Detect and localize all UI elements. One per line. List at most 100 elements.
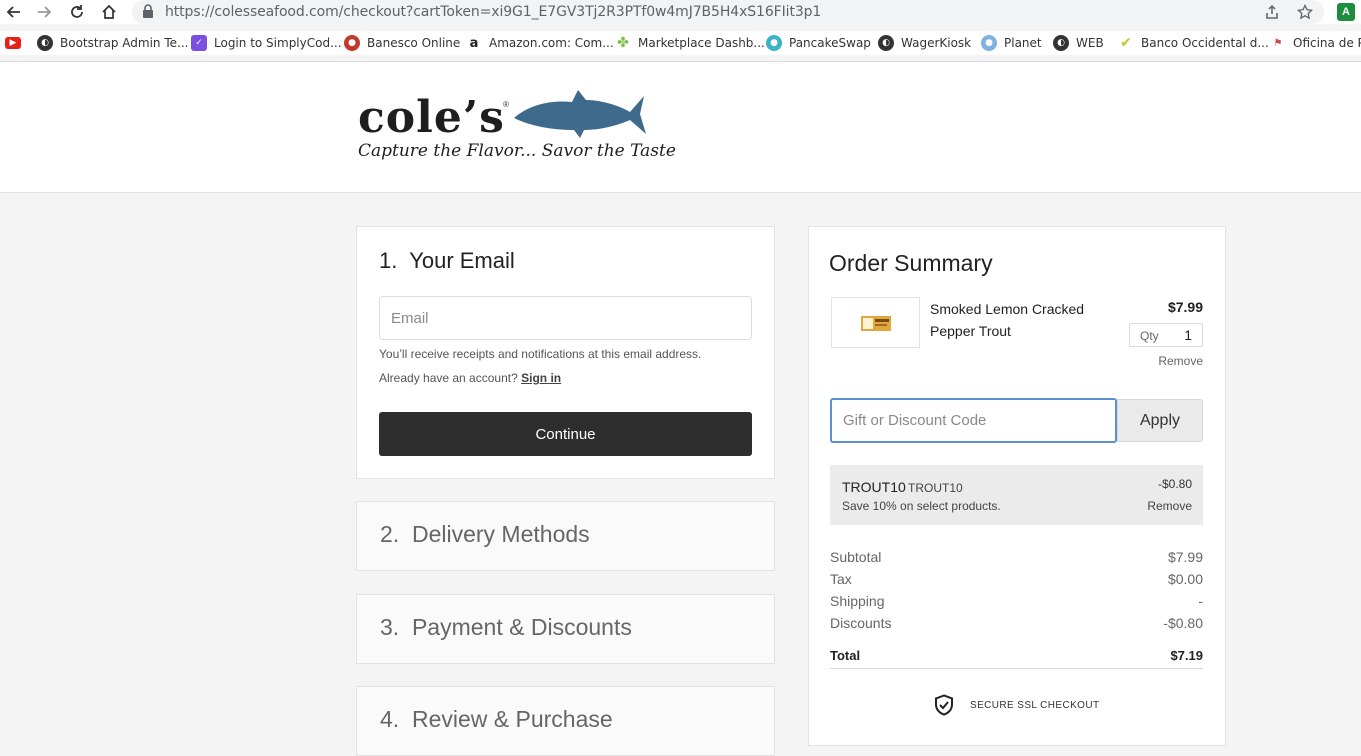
globe-icon: ◐ bbox=[1053, 35, 1069, 51]
browser-toolbar: https://colesseafood.com/checkout?cartTo… bbox=[0, 0, 1361, 24]
back-arrow-icon bbox=[6, 6, 20, 18]
bookmark-label: Marketplace Dashb... bbox=[638, 36, 765, 50]
quantity-field[interactable]: Qty 1 bbox=[1129, 323, 1203, 347]
email-help-text: You’ll receive receipts and notification… bbox=[379, 347, 702, 361]
bookmark-star-icon[interactable] bbox=[1296, 3, 1314, 21]
delivery-methods-step[interactable]: 2. Delivery Methods bbox=[356, 501, 775, 571]
account-prompt: Already have an account? Sign in bbox=[379, 371, 561, 385]
planet-icon: ● bbox=[981, 35, 997, 51]
secure-checkout-badge: SECURE SSL CHECKOUT bbox=[934, 694, 1099, 716]
discount-code: TROUT10 bbox=[842, 479, 906, 495]
email-input[interactable] bbox=[379, 296, 752, 340]
discount-description: Save 10% on select products. bbox=[842, 499, 1001, 513]
site-header: cole’s ® Capture the Flavor... Savor the… bbox=[0, 62, 1361, 193]
applied-discount: TROUT10 TROUT10 -$0.80 Save 10% on selec… bbox=[830, 465, 1203, 525]
quantity-label: Qty bbox=[1140, 329, 1159, 343]
bookmark-item[interactable]: ◐ Bootstrap Admin Te... bbox=[37, 34, 188, 52]
product-image bbox=[860, 315, 891, 331]
product-name[interactable]: Smoked Lemon Cracked Pepper Trout bbox=[930, 298, 1110, 342]
bookmark-item[interactable]: ✓ Login to SimplyCod... bbox=[191, 34, 342, 52]
order-summary-card: Order Summary Smoked Lemon Cracked Peppe… bbox=[808, 226, 1226, 746]
bookmark-item[interactable]: ◐ WEB bbox=[1053, 34, 1104, 52]
product-thumbnail[interactable] bbox=[831, 297, 920, 348]
home-icon bbox=[102, 4, 116, 19]
bookmark-label: WEB bbox=[1076, 36, 1104, 50]
discount-code-input[interactable] bbox=[830, 398, 1117, 443]
lock-icon bbox=[142, 4, 154, 23]
extension-icon[interactable]: A bbox=[1337, 3, 1355, 21]
bookmark-label: Banesco Online bbox=[367, 36, 461, 50]
review-purchase-step[interactable]: 4. Review & Purchase bbox=[356, 686, 775, 756]
bookmark-youtube[interactable]: ▶ bbox=[5, 34, 28, 52]
bookmark-label: Planet bbox=[1004, 36, 1042, 50]
remove-item-link[interactable]: Remove bbox=[1158, 354, 1203, 368]
logo-wordmark: cole’s bbox=[358, 92, 505, 143]
total-row: Total $7.19 bbox=[830, 648, 1203, 663]
account-prompt-text: Already have an account? bbox=[379, 371, 518, 385]
shipping-row: Shipping - bbox=[830, 593, 1203, 609]
step-number: 1. bbox=[379, 248, 398, 273]
remove-discount-link[interactable]: Remove bbox=[1147, 499, 1192, 513]
bookmark-label: Banco Occidental d... bbox=[1141, 36, 1269, 50]
bookmark-item[interactable]: ● PancakeSwap bbox=[766, 34, 871, 52]
bookmark-item[interactable]: a Amazon.com: Com... bbox=[466, 34, 614, 52]
bookmark-item[interactable]: ⚑ Oficina de Pl bbox=[1270, 34, 1361, 52]
globe-icon: ◐ bbox=[878, 35, 894, 51]
forward-button[interactable] bbox=[33, 1, 55, 23]
bookmark-label: Oficina de Pl bbox=[1293, 36, 1361, 50]
secure-checkout-label: SECURE SSL CHECKOUT bbox=[970, 699, 1100, 711]
bookmark-item[interactable]: ✔ Banco Occidental d... bbox=[1118, 34, 1269, 52]
step-label: Delivery Methods bbox=[411, 521, 590, 547]
bookmark-label: PancakeSwap bbox=[789, 36, 871, 50]
quantity-value: 1 bbox=[1184, 327, 1192, 343]
subtotal-value: $7.99 bbox=[1167, 549, 1203, 565]
shipping-value: - bbox=[1198, 593, 1203, 609]
total-value: $7.19 bbox=[1170, 648, 1203, 663]
home-button[interactable] bbox=[98, 1, 120, 23]
discounts-row: Discounts -$0.80 bbox=[830, 615, 1203, 631]
apply-button[interactable]: Apply bbox=[1117, 399, 1203, 442]
tax-row: Tax $0.00 bbox=[830, 571, 1203, 587]
reload-button[interactable] bbox=[66, 1, 88, 23]
back-button[interactable] bbox=[3, 1, 25, 23]
payment-discounts-step[interactable]: 3. Payment & Discounts bbox=[356, 594, 775, 664]
discounts-label: Discounts bbox=[830, 615, 892, 631]
product-price: $7.99 bbox=[1167, 299, 1203, 315]
banesco-icon: ● bbox=[344, 35, 360, 51]
shield-check-icon bbox=[935, 694, 953, 716]
bookmark-label: Login to SimplyCod... bbox=[214, 36, 342, 50]
step-number: 3. bbox=[380, 614, 400, 640]
globe-icon: ◐ bbox=[37, 35, 53, 51]
step-title: 3. Payment & Discounts bbox=[380, 614, 632, 641]
address-bar[interactable]: https://colesseafood.com/checkout?cartTo… bbox=[132, 0, 1324, 24]
forward-arrow-icon bbox=[38, 6, 52, 18]
oficina-icon: ⚑ bbox=[1270, 35, 1286, 51]
step-title: 1. Your Email bbox=[379, 248, 515, 274]
step-label: Review & Purchase bbox=[411, 706, 613, 732]
subtotal-label: Subtotal bbox=[830, 549, 882, 565]
total-divider bbox=[830, 668, 1203, 669]
tax-label: Tax bbox=[830, 571, 852, 587]
bookmark-label: WagerKiosk bbox=[901, 36, 972, 50]
bookmark-item[interactable]: ● Banesco Online bbox=[344, 34, 460, 52]
bookmarks-bar: ▶ ◐ Bootstrap Admin Te... ✓ Login to Sim… bbox=[0, 31, 1361, 55]
bookmark-item[interactable]: ✤ Marketplace Dashb... bbox=[615, 34, 765, 52]
step-number: 2. bbox=[380, 521, 400, 547]
continue-button[interactable]: Continue bbox=[379, 412, 752, 456]
subtotal-row: Subtotal $7.99 bbox=[830, 549, 1203, 565]
fish-icon bbox=[514, 90, 646, 138]
bookmark-item[interactable]: ◐ WagerKiosk bbox=[878, 34, 971, 52]
shipping-label: Shipping bbox=[830, 593, 885, 609]
tax-value: $0.00 bbox=[1167, 571, 1203, 587]
bookmark-label: Amazon.com: Com... bbox=[489, 36, 614, 50]
url-text: https://colesseafood.com/checkout?cartTo… bbox=[165, 4, 822, 20]
email-step-card: 1. Your Email You’ll receive receipts an… bbox=[356, 226, 775, 479]
step-label: Payment & Discounts bbox=[411, 614, 632, 640]
share-icon[interactable] bbox=[1263, 3, 1281, 21]
step-label: Your Email bbox=[409, 248, 515, 273]
simplycode-icon: ✓ bbox=[191, 35, 207, 51]
banco-occidental-icon: ✔ bbox=[1118, 35, 1134, 51]
total-label: Total bbox=[830, 648, 861, 663]
sign-in-link[interactable]: Sign in bbox=[521, 371, 561, 385]
bookmark-item[interactable]: ● Planet bbox=[981, 34, 1042, 52]
